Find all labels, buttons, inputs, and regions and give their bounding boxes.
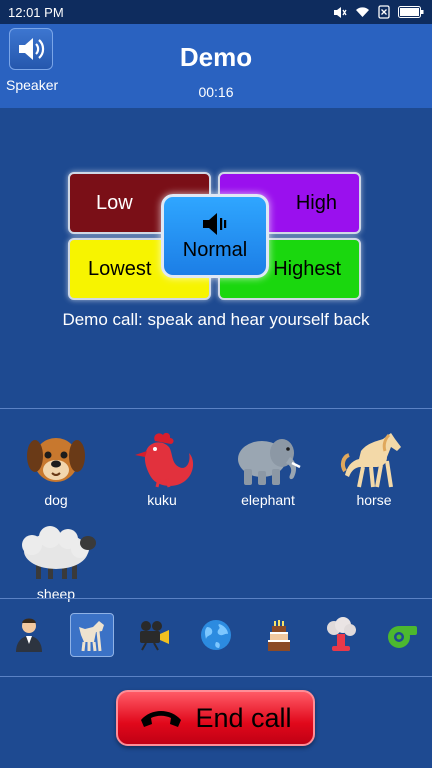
mute-icon [334, 6, 347, 18]
demo-description: Demo call: speak and hear yourself back [62, 310, 370, 329]
sound-label: sheep [36, 586, 76, 602]
divider [0, 676, 432, 677]
category-person-button[interactable] [7, 613, 51, 657]
voice-pitch-pad: Low High Lowest Highest Normal [68, 172, 363, 302]
sound-horse[interactable]: horse [326, 428, 422, 508]
dog-icon [27, 438, 85, 482]
divider [0, 408, 432, 409]
globe-icon [201, 620, 231, 650]
battery-icon [398, 6, 424, 18]
divider [0, 598, 432, 599]
category-birthday-button[interactable] [257, 613, 301, 657]
pitch-normal-label: Normal [182, 238, 248, 261]
person-icon [16, 618, 42, 652]
sound-label: elephant [241, 492, 295, 508]
category-whistle-button[interactable] [381, 613, 425, 657]
sound-kuku[interactable]: kuku [114, 428, 210, 508]
category-movie-button[interactable] [132, 613, 176, 657]
call-timer: 00:16 [198, 84, 234, 100]
status-icons [333, 5, 424, 19]
end-call-label: End call [195, 702, 292, 733]
sound-label: horse [356, 492, 392, 508]
volume-icon [203, 212, 227, 235]
elephant-icon [238, 439, 301, 485]
sound-label: kuku [147, 492, 177, 508]
whistle-icon [388, 626, 417, 648]
animal-icon [79, 621, 104, 652]
category-world-button[interactable] [194, 613, 238, 657]
rooster-icon [135, 432, 194, 488]
wifi-icon [356, 7, 369, 17]
page-title: Demo [179, 42, 253, 72]
birthday-cake-icon [268, 620, 290, 651]
phone-hangup-icon [141, 711, 182, 727]
movie-camera-icon [140, 621, 169, 651]
sheep-icon [22, 526, 96, 579]
sound-label: dog [44, 492, 68, 508]
sound-dog[interactable]: dog [8, 428, 104, 508]
sound-sheep[interactable]: sheep [8, 522, 104, 602]
sound-elephant[interactable]: elephant [220, 428, 316, 508]
status-bar: 12:01 PM [0, 0, 432, 24]
call-header: Speaker Demo 00:16 [0, 24, 432, 108]
category-explosion-button[interactable] [319, 613, 363, 657]
explosion-icon [327, 617, 356, 651]
category-toolbar [0, 610, 432, 660]
horse-icon [340, 433, 401, 488]
pitch-normal-button[interactable]: Normal [161, 194, 269, 278]
no-sim-icon [378, 5, 390, 19]
status-time: 12:01 PM [8, 4, 64, 20]
end-call-button[interactable]: End call [116, 690, 315, 746]
category-animal-button[interactable] [70, 613, 114, 657]
